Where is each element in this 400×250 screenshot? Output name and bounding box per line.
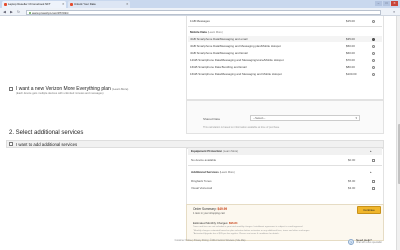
url-field[interactable]: www.proscript.com/#7/3/2/c: [26, 9, 381, 15]
plan-row-messages[interactable]: 1GB Messages $15.00: [188, 18, 382, 24]
maximize-button[interactable]: □: [383, 1, 390, 6]
service-price: $5.00: [348, 179, 356, 183]
help-icon: ?: [348, 239, 354, 245]
section-2-heading: 2. Select additional services: [9, 130, 84, 136]
help-widget[interactable]: ? Need Help? Chat with a live specialist: [348, 238, 384, 247]
protection-row[interactable]: No device available $0.00: [188, 157, 382, 163]
plan-row-label: 16GB Smartphone Data Bundling and Email: [190, 65, 247, 69]
window-controls: – □ ✕: [375, 1, 398, 6]
service-checkbox[interactable]: [372, 158, 375, 162]
plan-row-price: $100.00: [346, 72, 357, 76]
plan-row-label: 4GB Smartphone Data/Messaging and Email: [190, 51, 248, 55]
browser-tab-2[interactable]: Unlock Your Data ✕: [68, 1, 130, 8]
chevron-down-icon: ▾: [355, 116, 357, 120]
additional-services-header[interactable]: Additional Services (Learn More) ▴: [188, 169, 382, 176]
fine-print: *Monthly charges estimated based on plan…: [193, 229, 310, 232]
tab-1-label: Laptop Reseller Chromebook NFT: [8, 2, 51, 6]
plan-radio[interactable]: [372, 65, 375, 69]
estimated-monthly: Estimated Monthly Charges: $96.84: [193, 221, 238, 225]
help-subtitle: Chat with a live specialist: [356, 242, 382, 244]
shared-data-note: This calculation is based on information…: [203, 126, 280, 129]
close-window-button[interactable]: ✕: [391, 1, 398, 6]
plan-row-price: $70.00: [346, 58, 355, 62]
plan-radio[interactable]: [372, 72, 375, 76]
address-bar-row: ◀ ▶ ↻ www.proscript.com/#7/3/2/c ≡: [0, 8, 400, 16]
service-row[interactable]: Ringback Tones $5.00: [188, 178, 382, 184]
plan-radio[interactable]: [372, 44, 375, 48]
service-label: Ringback Tones: [191, 179, 212, 183]
continue-button[interactable]: Continue: [357, 206, 381, 214]
plan-row-price: $50.00: [346, 44, 355, 48]
service-checkbox[interactable]: [372, 179, 375, 183]
shared-data-select[interactable]: --Select-- ▾: [250, 115, 360, 121]
plan-row-label: 12GB Smartphone Data/Messaging and Messa…: [190, 58, 284, 62]
plan-row[interactable]: 4GB Smartphone Data/Messaging and Email …: [188, 50, 382, 56]
fine-print: *Activation/Upgrade fee of $35 per line …: [193, 233, 280, 235]
tab-favicon-icon: [69, 3, 73, 6]
shared-data-label: Shared Data: [203, 117, 220, 121]
browser-tab-bar: Laptop Reseller Chromebook NFT ✕ Unlock …: [0, 0, 400, 8]
divider: [188, 26, 382, 27]
additional-services-label: I want to add additional services: [16, 141, 78, 147]
plan-row[interactable]: 16GB Smartphone Data Bundling and Email …: [188, 64, 382, 70]
everything-plan-subtitle: (Each device gets multiple devices with …: [16, 92, 104, 95]
service-price: $3.00: [348, 186, 356, 190]
service-price: $0.00: [348, 158, 356, 162]
plan-radio-selected[interactable]: [372, 37, 375, 41]
plan-radio[interactable]: [372, 58, 375, 62]
everything-plan-checkbox[interactable]: [9, 86, 13, 91]
browser-tab-1[interactable]: Laptop Reseller Chromebook NFT ✕: [2, 1, 66, 8]
plan-row-price: $80.00: [346, 65, 355, 69]
url-text: www.proscript.com/#7/3/2/c: [32, 10, 69, 15]
order-total: $49.99: [217, 207, 228, 211]
plan-row[interactable]: 16GB Smartphone Data/Messaging and Messa…: [188, 71, 382, 77]
reload-icon[interactable]: ↻: [16, 10, 21, 15]
plan-row-label: 16GB Smartphone Data/Messaging and Messa…: [190, 72, 282, 76]
service-checkbox[interactable]: [372, 186, 375, 190]
plan-row[interactable]: 4GB Smartphone Data/Messaging and Messag…: [188, 43, 382, 49]
plan-row-price: $15.00: [346, 19, 355, 23]
plan-row-label: 1GB Messages: [190, 19, 210, 23]
wrench-menu-icon[interactable]: ≡: [391, 10, 397, 15]
service-row[interactable]: Visual Voicemail $3.00: [188, 185, 382, 191]
equipment-protection-header[interactable]: Equipment Protection (Learn More) ▴: [188, 148, 382, 155]
order-summary-title: Order Summary: $49.99: [193, 207, 228, 211]
plan-row-label: 4GB Smartphone Data/Messaging and Messag…: [190, 44, 281, 48]
footer-links[interactable]: Customer Online | Privacy Policy | ©2014…: [120, 240, 300, 242]
tab-close-icon[interactable]: ✕: [62, 1, 65, 8]
service-label: No device available: [191, 158, 217, 162]
plan-row-price: $35.00: [346, 37, 355, 41]
page-scrollbar[interactable]: [396, 16, 400, 250]
chevron-up-icon[interactable]: ▴: [370, 148, 372, 155]
minimize-button[interactable]: –: [375, 1, 382, 6]
plan-row-price: $60.00: [346, 51, 355, 55]
forward-arrow-icon[interactable]: ▶: [9, 10, 14, 15]
tab-2-label: Unlock Your Data: [74, 2, 96, 6]
lock-icon: [28, 11, 31, 14]
service-label: Visual Voicemail: [191, 186, 212, 190]
plan-radio[interactable]: [372, 51, 375, 55]
fine-print: Taxes and fees are not included in your …: [193, 226, 304, 228]
tab-favicon-icon: [3, 3, 7, 6]
plan-row[interactable]: 12GB Smartphone Data/Messaging and Messa…: [188, 57, 382, 63]
plan-row-label: 4GB Smartphone Data/Messaging and email: [190, 37, 248, 41]
plan-row[interactable]: 4GB Smartphone Data/Messaging and email …: [188, 36, 382, 42]
cart-count: 1 item in your shopping cart: [193, 211, 225, 215]
plan-radio[interactable]: [372, 19, 375, 23]
chevron-up-icon[interactable]: ▴: [370, 169, 372, 176]
additional-services-checkbox[interactable]: [9, 142, 13, 146]
back-arrow-icon[interactable]: ◀: [2, 10, 7, 15]
divider: [188, 165, 382, 166]
learn-more-link[interactable]: (Learn More): [112, 87, 128, 91]
mobile-data-header: Mobile Data (Learn More): [190, 30, 223, 34]
tab-close-icon[interactable]: ✕: [126, 1, 129, 8]
select-value: --Select--: [253, 116, 266, 120]
page-content: 1GB Messages $15.00 Mobile Data (Learn M…: [0, 16, 396, 250]
